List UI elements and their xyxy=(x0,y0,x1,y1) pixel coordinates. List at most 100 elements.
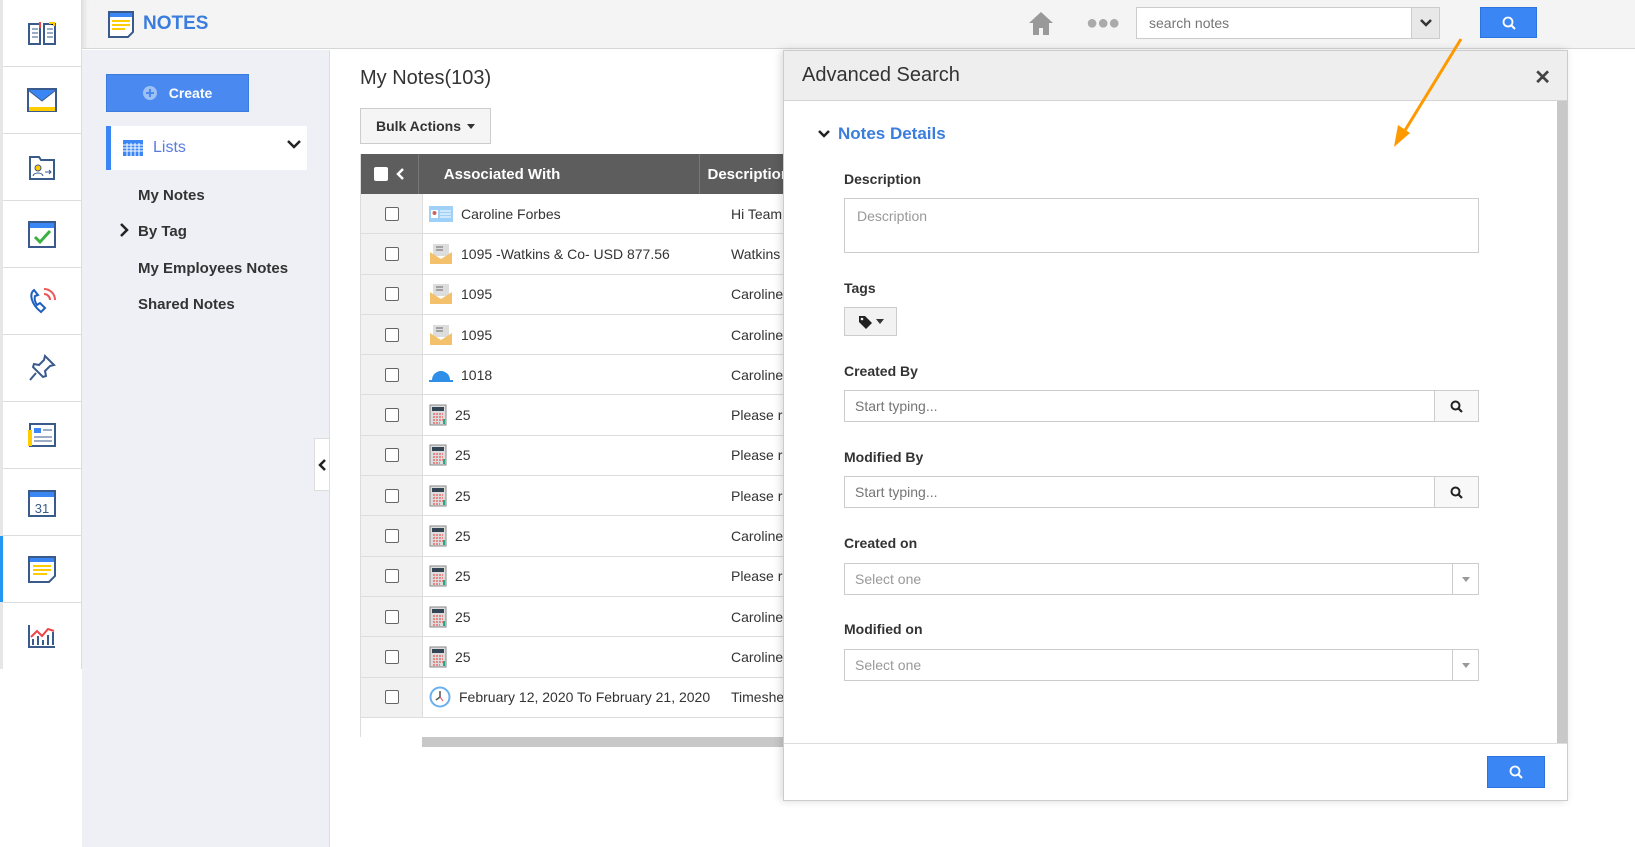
table-row[interactable]: 25 Please r xyxy=(361,395,790,436)
calendar-check-icon xyxy=(28,221,56,248)
column-associated-with[interactable]: Associated With xyxy=(419,154,701,194)
chevron-down-icon xyxy=(1419,19,1432,27)
modified-by-search-button[interactable] xyxy=(1434,477,1478,507)
table-row[interactable]: 1095 -Watkins & Co- USD 877.56 Watkins xyxy=(361,234,790,275)
row-checkbox[interactable] xyxy=(384,488,399,503)
rail-books[interactable] xyxy=(3,0,81,67)
panel-title: Advanced Search xyxy=(802,64,960,86)
advanced-search-submit-button[interactable] xyxy=(1487,756,1545,788)
description-cell: Caroline xyxy=(731,608,784,625)
associated-with-text[interactable]: 25 xyxy=(455,488,471,504)
lists-toggle[interactable]: Lists xyxy=(106,126,307,170)
news-icon xyxy=(28,423,56,447)
advanced-search-toggle[interactable] xyxy=(1411,8,1439,38)
rail-calls[interactable] xyxy=(3,268,81,335)
associated-with-text[interactable]: 1095 xyxy=(461,286,492,302)
table-row[interactable]: 25 Please r xyxy=(361,476,790,517)
collapse-panel-handle[interactable] xyxy=(314,438,330,491)
table-row[interactable]: 1018 Caroline xyxy=(361,355,790,396)
chevron-right-icon[interactable] xyxy=(119,223,129,237)
associated-with-text[interactable]: Caroline Forbes xyxy=(461,206,561,222)
table-row[interactable]: 25 Caroline xyxy=(361,516,790,557)
row-checkbox[interactable] xyxy=(384,649,399,664)
associated-with-text[interactable]: 25 xyxy=(455,407,471,423)
created-by-input[interactable] xyxy=(845,391,1430,421)
close-icon[interactable]: ✕ xyxy=(1534,65,1551,90)
modified-on-select[interactable]: Select one xyxy=(844,649,1479,681)
lists-label: Lists xyxy=(153,139,186,156)
bulk-actions-button[interactable]: Bulk Actions xyxy=(360,108,491,144)
search-input[interactable] xyxy=(1137,8,1407,38)
contact-card-icon xyxy=(429,205,453,222)
associated-with-text[interactable]: 1018 xyxy=(461,367,492,383)
rail-mail[interactable] xyxy=(3,67,81,134)
rail-tasks[interactable] xyxy=(3,201,81,268)
table-horizontal-scrollbar[interactable] xyxy=(422,737,790,747)
rail-pins[interactable] xyxy=(3,335,81,402)
table-row[interactable]: 25 Caroline xyxy=(361,637,790,678)
chevron-down-icon xyxy=(818,130,830,138)
table-row[interactable]: 1095 Caroline xyxy=(361,314,790,356)
rail-spacer xyxy=(0,669,82,847)
table-row[interactable]: Caroline Forbes Hi Team xyxy=(361,194,790,235)
tags-label: Tags xyxy=(844,280,876,296)
table-row[interactable]: 1095 Caroline xyxy=(361,274,790,315)
create-button[interactable]: Create xyxy=(106,74,249,112)
nav-shared-notes[interactable]: Shared Notes xyxy=(138,296,235,313)
rail-reports[interactable] xyxy=(3,603,81,670)
associated-with-text[interactable]: 25 xyxy=(455,528,471,544)
row-checkbox[interactable] xyxy=(384,609,399,624)
associated-with-cell: 1018 xyxy=(423,355,724,394)
rail-notes[interactable] xyxy=(0,536,81,603)
associated-with-text[interactable]: February 12, 2020 To February 21, 2020 xyxy=(459,689,710,705)
rail-news[interactable] xyxy=(3,402,81,469)
nav-my-notes[interactable]: My Notes xyxy=(138,187,205,204)
row-checkbox[interactable] xyxy=(384,529,399,544)
row-checkbox[interactable] xyxy=(384,448,399,463)
row-checkbox[interactable] xyxy=(384,327,399,342)
description-cell: Caroline xyxy=(731,366,784,383)
calendar-day: 31 xyxy=(35,501,49,516)
panel-scrollbar[interactable] xyxy=(1557,101,1567,744)
created-by-search-button[interactable] xyxy=(1434,391,1478,421)
associated-with-text[interactable]: 25 xyxy=(455,447,471,463)
column-description[interactable]: Description xyxy=(700,154,790,194)
search-button[interactable] xyxy=(1480,7,1537,38)
description-field[interactable]: Description xyxy=(844,198,1479,253)
table-row[interactable]: February 12, 2020 To February 21, 2020 T… xyxy=(361,677,790,718)
nav-by-tag[interactable]: By Tag xyxy=(138,223,187,240)
chevron-left-icon[interactable] xyxy=(396,168,405,180)
row-checkbox[interactable] xyxy=(384,246,399,261)
row-checkbox[interactable] xyxy=(384,367,399,382)
rail-contacts[interactable] xyxy=(3,134,81,201)
table-row[interactable]: 25 Please r xyxy=(361,556,790,597)
description-cell: Please r xyxy=(731,407,783,424)
created-on-select[interactable]: Select one xyxy=(844,563,1479,595)
tags-dropdown[interactable] xyxy=(844,307,897,336)
section-notes-details[interactable]: Notes Details xyxy=(818,124,946,144)
more-icon[interactable]: ●●● xyxy=(1086,12,1120,35)
chevron-left-icon xyxy=(318,458,326,471)
associated-with-text[interactable]: 25 xyxy=(455,649,471,665)
invoice-envelope-icon xyxy=(429,324,453,346)
associated-with-cell: February 12, 2020 To February 21, 2020 xyxy=(423,678,724,717)
select-all-checkbox[interactable] xyxy=(374,167,389,181)
table-row[interactable]: 25 Caroline xyxy=(361,596,790,638)
rail-calendar[interactable]: 31 xyxy=(3,469,81,536)
nav-my-employees-notes[interactable]: My Employees Notes xyxy=(138,260,288,277)
row-checkbox[interactable] xyxy=(384,206,399,221)
associated-with-text[interactable]: 1095 xyxy=(461,327,492,343)
row-checkbox[interactable] xyxy=(384,408,399,423)
associated-with-text[interactable]: 25 xyxy=(455,568,471,584)
associated-with-text[interactable]: 1095 -Watkins & Co- USD 877.56 xyxy=(461,246,670,262)
row-checkbox[interactable] xyxy=(384,690,399,705)
row-checkbox[interactable] xyxy=(384,569,399,584)
associated-with-text[interactable]: 25 xyxy=(455,609,471,625)
table-row[interactable]: 25 Please r xyxy=(361,435,790,477)
panel-header: Advanced Search ✕ xyxy=(784,51,1567,101)
cap-icon xyxy=(429,366,453,384)
modified-by-input[interactable] xyxy=(845,477,1430,507)
row-checkbox[interactable] xyxy=(384,287,399,302)
home-icon[interactable] xyxy=(1028,10,1054,36)
mail-icon xyxy=(27,88,57,112)
